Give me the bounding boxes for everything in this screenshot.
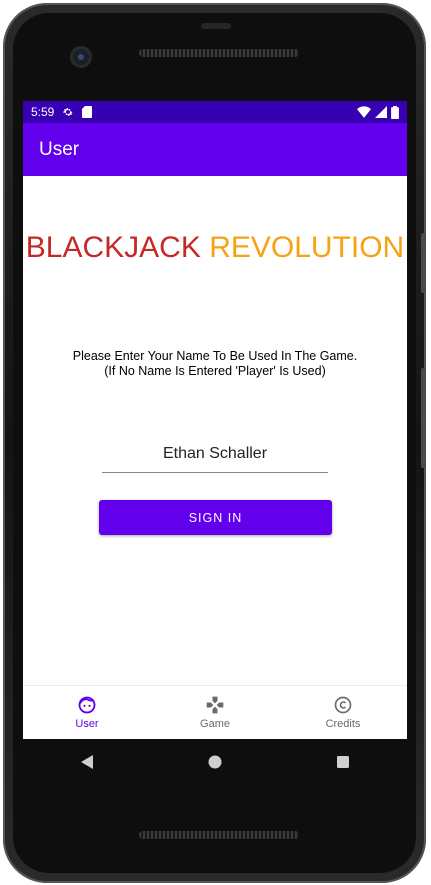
instruction-line-1: Please Enter Your Name To Be Used In The… — [72, 349, 358, 363]
front-camera — [73, 49, 89, 65]
system-navigation-bar — [23, 739, 407, 785]
face-icon — [78, 696, 96, 714]
status-bar: 5:59 — [23, 101, 407, 123]
earpiece — [201, 23, 231, 29]
power-button — [421, 233, 426, 293]
app-bar: User — [23, 123, 407, 176]
wifi-icon — [357, 106, 371, 118]
sign-in-button[interactable]: SIGN IN — [99, 500, 332, 535]
name-input[interactable]: Ethan Schaller — [102, 436, 328, 473]
status-time: 5:59 — [31, 105, 55, 119]
app-screen: 5:59 User BLACKJACK REVOLUTION Please En… — [23, 101, 407, 739]
gamepad-icon — [206, 696, 224, 714]
name-input-value: Ethan Schaller — [162, 445, 268, 462]
settings-icon — [63, 108, 74, 116]
bottom-navigation: User Game Credits — [23, 685, 407, 739]
instructions: Please Enter Your Name To Be Used In The… — [23, 349, 407, 379]
app-bar-title: User — [39, 138, 80, 160]
title-revolution: REVOLUTION — [209, 231, 405, 264]
bottom-speaker-grille — [139, 831, 299, 839]
game-title: BLACKJACK REVOLUTION — [23, 231, 407, 265]
nav-item-game[interactable]: Game — [151, 686, 279, 739]
top-speaker-grille — [139, 49, 299, 57]
copyright-icon — [334, 696, 352, 714]
instruction-line-2: (If No Name Is Entered 'Player' Is Used) — [104, 364, 326, 378]
home-icon[interactable] — [207, 754, 223, 770]
nav-label-game: Game — [200, 718, 230, 730]
sign-in-label: SIGN IN — [188, 510, 243, 525]
title-blackjack: BLACKJACK — [25, 231, 201, 264]
sd-card-icon — [82, 106, 93, 118]
nav-item-user[interactable]: User — [23, 686, 151, 739]
nav-item-credits[interactable]: Credits — [279, 686, 407, 739]
nav-label-user: User — [75, 718, 99, 730]
recents-icon[interactable] — [335, 754, 351, 770]
volume-button — [421, 368, 426, 468]
battery-icon — [391, 105, 399, 119]
nav-label-credits: Credits — [325, 718, 361, 730]
back-icon[interactable] — [79, 754, 95, 770]
cell-signal-icon — [375, 106, 387, 118]
